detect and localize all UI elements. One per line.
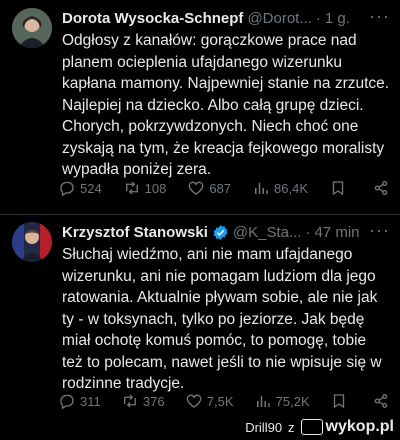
bookmark-icon xyxy=(333,394,344,409)
bookmark-button[interactable] xyxy=(329,179,351,197)
separator-dot: · xyxy=(315,9,321,27)
reply-count: 311 xyxy=(80,393,101,409)
heart-icon xyxy=(188,181,204,195)
views-button[interactable]: 75,2K xyxy=(254,392,310,410)
timestamp[interactable]: 1 g. xyxy=(325,10,350,27)
verified-badge-icon xyxy=(213,224,228,240)
action-bar: 524 108 687 86,4K xyxy=(58,179,394,197)
watermark-user: Drill90 xyxy=(245,419,283,435)
more-options-icon[interactable]: ··· xyxy=(369,6,390,27)
views-button[interactable]: 86,4K xyxy=(252,179,308,197)
share-icon xyxy=(374,393,388,409)
tweet-stanowski[interactable]: Krzysztof Stanowski @K_Sta... · 47 min ·… xyxy=(0,214,400,420)
repost-count: 108 xyxy=(144,180,167,196)
bookmark-button[interactable] xyxy=(330,392,352,410)
timestamp[interactable]: 47 min xyxy=(314,224,359,241)
reply-button[interactable]: 311 xyxy=(58,392,101,410)
repost-button[interactable]: 108 xyxy=(123,179,167,197)
avatar[interactable] xyxy=(12,8,52,48)
share-button[interactable] xyxy=(372,179,394,197)
author-handle[interactable]: @K_Sta... xyxy=(233,224,302,241)
author-name[interactable]: Dorota Wysocka-Schnepf xyxy=(62,10,243,27)
like-button[interactable]: 687 xyxy=(187,179,231,197)
view-count: 86,4K xyxy=(274,180,308,196)
avatar-image xyxy=(12,8,52,48)
separator-dot: · xyxy=(305,223,311,241)
action-bar: 311 376 7,5K 75,2K xyxy=(58,392,394,410)
repost-count: 376 xyxy=(142,393,165,409)
reply-button[interactable]: 524 xyxy=(58,179,102,197)
repost-icon xyxy=(125,181,138,195)
share-button[interactable] xyxy=(372,392,394,410)
reply-count: 524 xyxy=(80,180,102,196)
more-options-icon[interactable]: ··· xyxy=(369,220,390,241)
views-icon xyxy=(256,395,270,407)
repost-icon xyxy=(123,394,136,408)
watermark-z: z xyxy=(288,419,295,435)
tweet-text: Słuchaj wiedźmo, ani nie mam ufajdanego … xyxy=(62,246,382,392)
avatar[interactable] xyxy=(12,222,52,262)
tweet-dorota[interactable]: Dorota Wysocka-Schnepf @Dorot... · 1 g. … xyxy=(0,0,400,214)
repost-button[interactable]: 376 xyxy=(121,392,165,410)
author-name[interactable]: Krzysztof Stanowski xyxy=(62,224,208,241)
reply-icon xyxy=(60,181,74,197)
bookmark-icon xyxy=(332,181,344,196)
view-count: 75,2K xyxy=(275,393,310,409)
wykop-watermark: Drill90 z wykop.pl xyxy=(245,418,394,436)
tweet-header: Dorota Wysocka-Schnepf @Dorot... · 1 g. xyxy=(62,8,390,28)
like-button[interactable]: 7,5K xyxy=(185,392,234,410)
like-count: 687 xyxy=(209,180,232,196)
like-count: 7,5K xyxy=(206,393,234,409)
watermark-site: wykop.pl xyxy=(325,418,394,435)
tweet-header: Krzysztof Stanowski @K_Sta... · 47 min xyxy=(62,222,390,242)
author-handle[interactable]: @Dorot... xyxy=(247,10,311,27)
reply-icon xyxy=(60,394,74,410)
tweet-text: Odgłosy z kanałów: gorączkowe prace nad … xyxy=(62,32,390,178)
avatar-image xyxy=(12,222,52,262)
wykop-logo-icon xyxy=(300,419,323,435)
share-icon xyxy=(374,180,388,196)
views-icon xyxy=(255,182,268,194)
heart-icon xyxy=(186,394,202,408)
